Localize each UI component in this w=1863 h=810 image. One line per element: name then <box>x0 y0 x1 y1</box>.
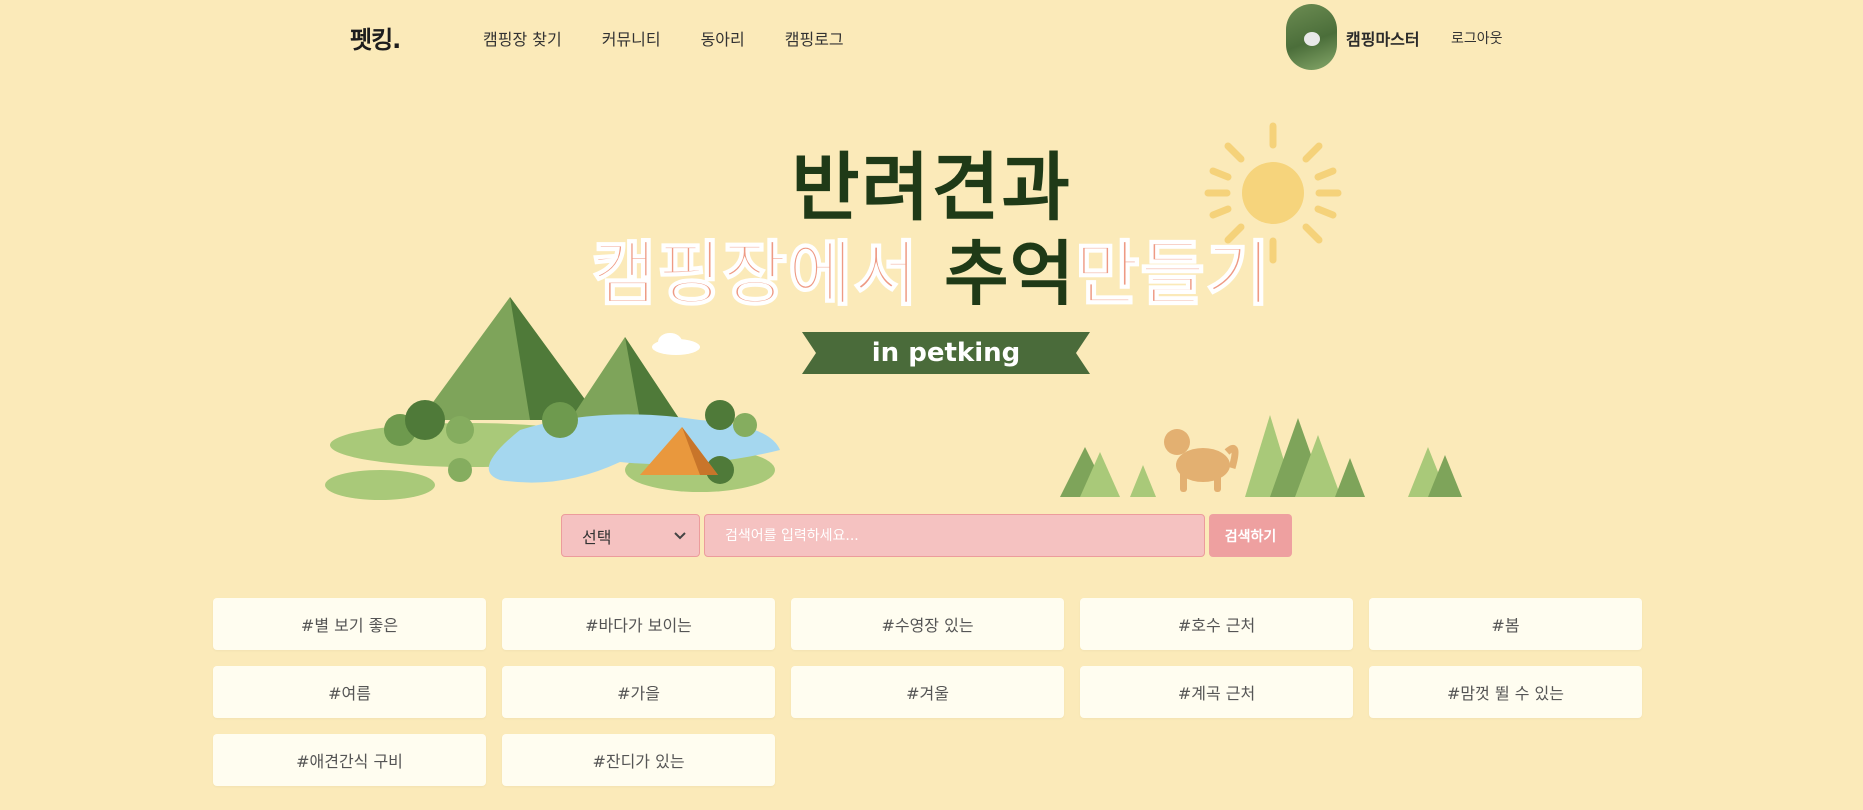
tag-near-valley[interactable]: #계곡 근처 <box>1080 666 1353 718</box>
tag-near-lake[interactable]: #호수 근처 <box>1080 598 1353 650</box>
chevron-down-icon <box>674 531 686 539</box>
ribbon-text: in petking <box>871 338 1021 368</box>
mountain-landscape <box>325 297 780 500</box>
category-select[interactable]: 선택 <box>561 514 700 557</box>
search-bar: 선택 검색하기 <box>561 514 1292 557</box>
tag-summer[interactable]: #여름 <box>213 666 486 718</box>
tag-grass[interactable]: #잔디가 있는 <box>502 734 775 786</box>
hero-title-part-b: 추억 <box>944 233 1075 315</box>
select-value: 선택 <box>582 527 612 547</box>
search-button[interactable]: 검색하기 <box>1209 514 1292 557</box>
tag-grid: #별 보기 좋은 #바다가 보이는 #수영장 있는 #호수 근처 #봄 #여름 … <box>213 598 1642 786</box>
tag-autumn[interactable]: #가을 <box>502 666 775 718</box>
trees-right <box>1060 415 1462 497</box>
hero-title-line2: 캠핑장에서 추억만들기 <box>0 218 1863 319</box>
tag-dog-snacks[interactable]: #애견간식 구비 <box>213 734 486 786</box>
hero-title-part-c: 만들기 <box>1074 232 1272 316</box>
search-input[interactable] <box>704 514 1205 557</box>
hero-title-part-a: 캠핑장에서 <box>591 232 945 316</box>
tag-spring[interactable]: #봄 <box>1369 598 1642 650</box>
tag-winter[interactable]: #겨울 <box>791 666 1064 718</box>
dog-icon <box>1164 429 1239 492</box>
tag-stargazing[interactable]: #별 보기 좋은 <box>213 598 486 650</box>
tag-run-freely[interactable]: #맘껏 뛸 수 있는 <box>1369 666 1642 718</box>
hero-banner: 반려견과 캠핑장에서 추억만들기 in petking <box>0 0 1863 520</box>
tag-swimming-pool[interactable]: #수영장 있는 <box>791 598 1064 650</box>
tag-sea-view[interactable]: #바다가 보이는 <box>502 598 775 650</box>
